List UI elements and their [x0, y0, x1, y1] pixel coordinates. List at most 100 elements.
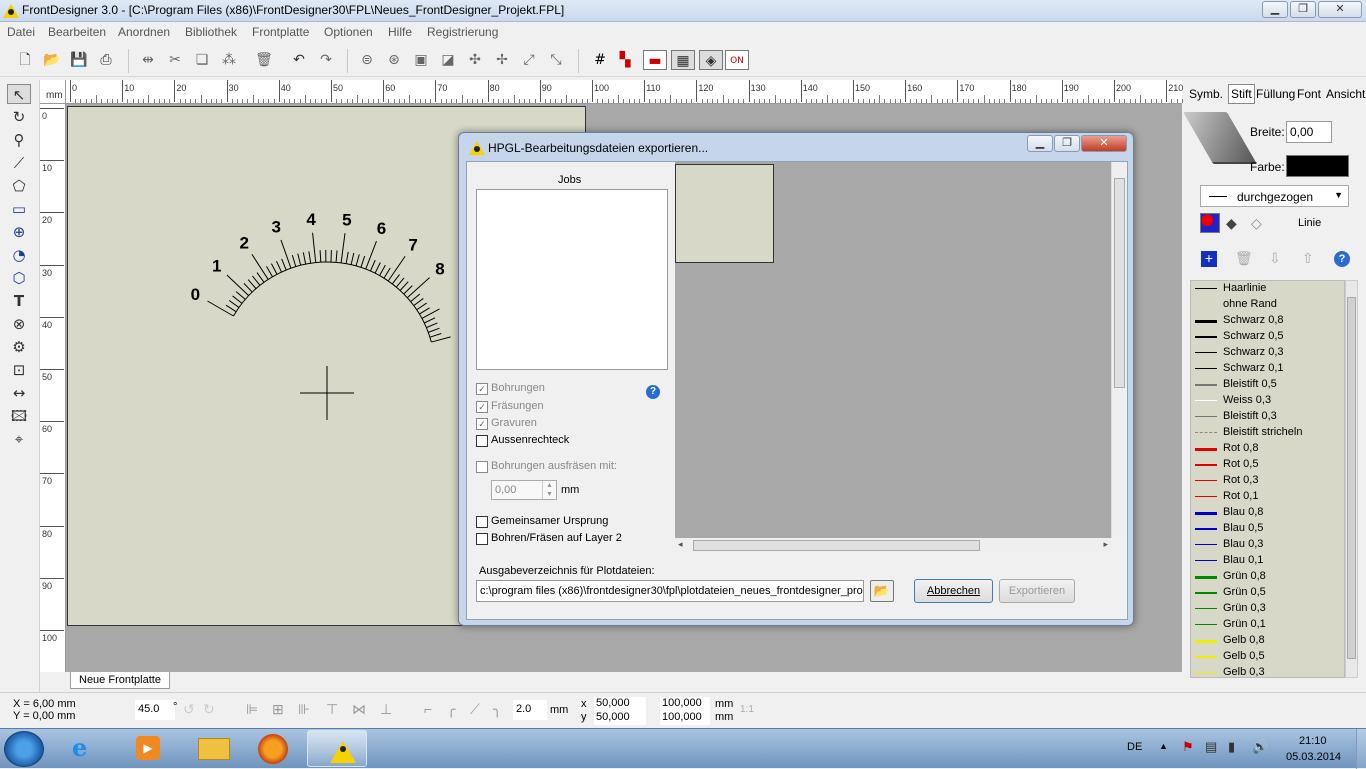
tab-font[interactable]: Font	[1297, 87, 1321, 101]
pen-list-item[interactable]: Blau 0,1	[1195, 553, 1345, 569]
switch-on-icon[interactable]: ON	[725, 50, 749, 70]
rotate-icon[interactable]: ↻	[7, 107, 31, 127]
corner-inner-icon[interactable]: ╮	[493, 701, 501, 718]
angle-input[interactable]: 45.0	[135, 700, 175, 720]
align-center-icon[interactable]: ⊞	[272, 701, 284, 718]
tray-expand-icon[interactable]: ▲	[1159, 741, 1168, 751]
menu-datei[interactable]: Datei	[7, 25, 35, 39]
tray-device-icon[interactable]: ▤	[1205, 739, 1217, 755]
pen-list-item[interactable]: Bleistift 0,5	[1195, 377, 1345, 393]
pen-list-item[interactable]: Bleistift 0,3	[1195, 409, 1345, 425]
check-ursprung[interactable]	[476, 516, 488, 528]
pen-list-item[interactable]: Blau 0,3	[1195, 537, 1345, 553]
start-button[interactable]	[4, 731, 44, 767]
cutout-tool-icon[interactable]: ⊡	[7, 360, 31, 380]
menu-optionen[interactable]: Optionen	[324, 25, 373, 39]
lock-icon[interactable]: ⊜	[357, 50, 377, 70]
rectangle-tool-icon[interactable]: ▭	[7, 199, 31, 219]
lang-indicator[interactable]: DE	[1127, 741, 1142, 753]
pen-list-item[interactable]: Bleistift stricheln	[1195, 425, 1345, 441]
pen-list-item[interactable]: Haarlinie	[1195, 281, 1345, 297]
move-down-icon[interactable]: ⇩	[1269, 250, 1281, 267]
menu-bibliothek[interactable]: Bibliothek	[185, 25, 237, 39]
pen-list-item[interactable]: Schwarz 0,8	[1195, 313, 1345, 329]
group-icon[interactable]: ⊛	[384, 50, 404, 70]
undo-icon[interactable]: ↶	[289, 50, 309, 70]
check-aussenrechteck[interactable]	[476, 435, 488, 447]
drill-icon[interactable]: ▦	[671, 50, 695, 70]
tab-ansicht[interactable]: Ansicht	[1326, 87, 1365, 101]
check-layer2[interactable]	[476, 533, 488, 545]
size-w-input[interactable]: 100,000	[660, 697, 710, 711]
drill-tool-icon[interactable]: ⊗	[7, 314, 31, 334]
align-bottom-icon[interactable]: ⊥	[380, 701, 392, 718]
show-desktop-button[interactable]	[1356, 729, 1366, 769]
pos-x-input[interactable]: 50,000	[594, 697, 646, 711]
pen-color-mode-icon[interactable]	[1200, 213, 1220, 233]
shapes-icon[interactable]: ◈	[699, 50, 723, 70]
jobs-list[interactable]	[476, 189, 668, 370]
spinner-icon[interactable]: ▲▼	[542, 481, 556, 499]
radius-input[interactable]: 2.0	[513, 700, 547, 720]
tab-neue-frontplatte[interactable]: Neue Frontplatte	[70, 672, 170, 689]
center-v-icon[interactable]: ✢	[492, 50, 512, 70]
arc-tool-icon[interactable]: ◔	[7, 245, 31, 265]
tab-stift[interactable]: Stift	[1228, 84, 1255, 104]
pen-list-item[interactable]: Grün 0,3	[1195, 601, 1345, 617]
size-h-input[interactable]: 100,000	[660, 711, 710, 725]
fill-mode-icon[interactable]: ◆	[1226, 216, 1237, 232]
menu-hilfe[interactable]: Hilfe	[388, 25, 412, 39]
clock-date[interactable]: 05.03.2014	[1286, 751, 1341, 763]
cut-icon[interactable]: ✂	[165, 50, 185, 70]
select-arrow-icon[interactable]: ↖	[7, 84, 31, 104]
scale-tool-icon[interactable]: ⚙	[7, 337, 31, 357]
minimize-button[interactable]: ▁	[1262, 1, 1288, 18]
pen-list-item[interactable]: Rot 0,1	[1195, 489, 1345, 505]
pen-list-item[interactable]: Schwarz 0,5	[1195, 329, 1345, 345]
circle-tool-icon[interactable]: ⊕	[7, 222, 31, 242]
ausfraesen-input[interactable]: 0,00 ▲▼	[491, 480, 557, 500]
back-icon[interactable]: ◪	[438, 50, 458, 70]
menu-frontplatte[interactable]: Frontplatte	[252, 25, 309, 39]
move-up-icon[interactable]: ⇧	[1302, 250, 1314, 267]
clock-time[interactable]: 21:10	[1299, 735, 1327, 747]
save-icon[interactable]: 💾	[69, 50, 89, 70]
fit-icon[interactable]: ⤢	[519, 50, 539, 70]
open-folder-icon[interactable]: 📂	[42, 50, 62, 70]
mirror-icon[interactable]: ⇹	[138, 50, 158, 70]
text-tool-icon[interactable]: T	[7, 291, 31, 311]
corner-round-icon[interactable]: ╭	[447, 701, 455, 718]
line-tool-icon[interactable]: ⟋	[7, 153, 31, 173]
delete-pen-icon[interactable]: 🗑	[1235, 250, 1253, 267]
pen-list-item[interactable]: Gelb 0,3	[1195, 665, 1345, 678]
corner-chamfer-icon[interactable]: ⟋	[470, 701, 480, 718]
close-button[interactable]: ✕	[1318, 1, 1362, 18]
center-h-icon[interactable]: ✣	[465, 50, 485, 70]
pen-list-item[interactable]: Weiss 0,3	[1195, 393, 1345, 409]
grid-icon[interactable]: #	[590, 50, 610, 70]
taskbar-explorer-icon[interactable]	[198, 738, 230, 760]
rotate-right-icon[interactable]: ↻	[203, 701, 215, 718]
color-icon[interactable]: ▚	[615, 50, 635, 70]
origin-tool-icon[interactable]: ⌖	[7, 429, 31, 449]
dialog-minimize-button[interactable]: ▁	[1027, 135, 1053, 152]
add-pen-button[interactable]: +	[1201, 251, 1217, 267]
pos-y-input[interactable]: 50,000	[594, 711, 646, 725]
linestyle-select[interactable]: durchgezogen ▼	[1200, 185, 1349, 207]
pen-list[interactable]: Haarlinieohne RandSchwarz 0,8Schwarz 0,5…	[1190, 280, 1345, 678]
align-left-icon[interactable]: ⊫	[246, 701, 258, 718]
zoom-icon[interactable]: ⚲	[7, 130, 31, 150]
check-bohrungen[interactable]: ✓	[476, 383, 488, 395]
new-file-icon[interactable]: 🗋	[15, 50, 35, 70]
pen-list-item[interactable]: Blau 0,5	[1195, 521, 1345, 537]
maximize-button[interactable]: ❐	[1290, 1, 1316, 18]
export-button[interactable]: Exportieren	[999, 579, 1075, 603]
help-icon[interactable]: ?	[1334, 251, 1350, 267]
align-top-icon[interactable]: ⊤	[326, 701, 338, 718]
pen-list-item[interactable]: Schwarz 0,3	[1195, 345, 1345, 361]
tray-network-icon[interactable]: ▮	[1228, 739, 1235, 755]
pen-list-item[interactable]: Gelb 0,5	[1195, 649, 1345, 665]
redo-icon[interactable]: ↷	[316, 50, 336, 70]
breite-input[interactable]: 0,00	[1286, 121, 1332, 143]
pen-list-item[interactable]: Grün 0,5	[1195, 585, 1345, 601]
